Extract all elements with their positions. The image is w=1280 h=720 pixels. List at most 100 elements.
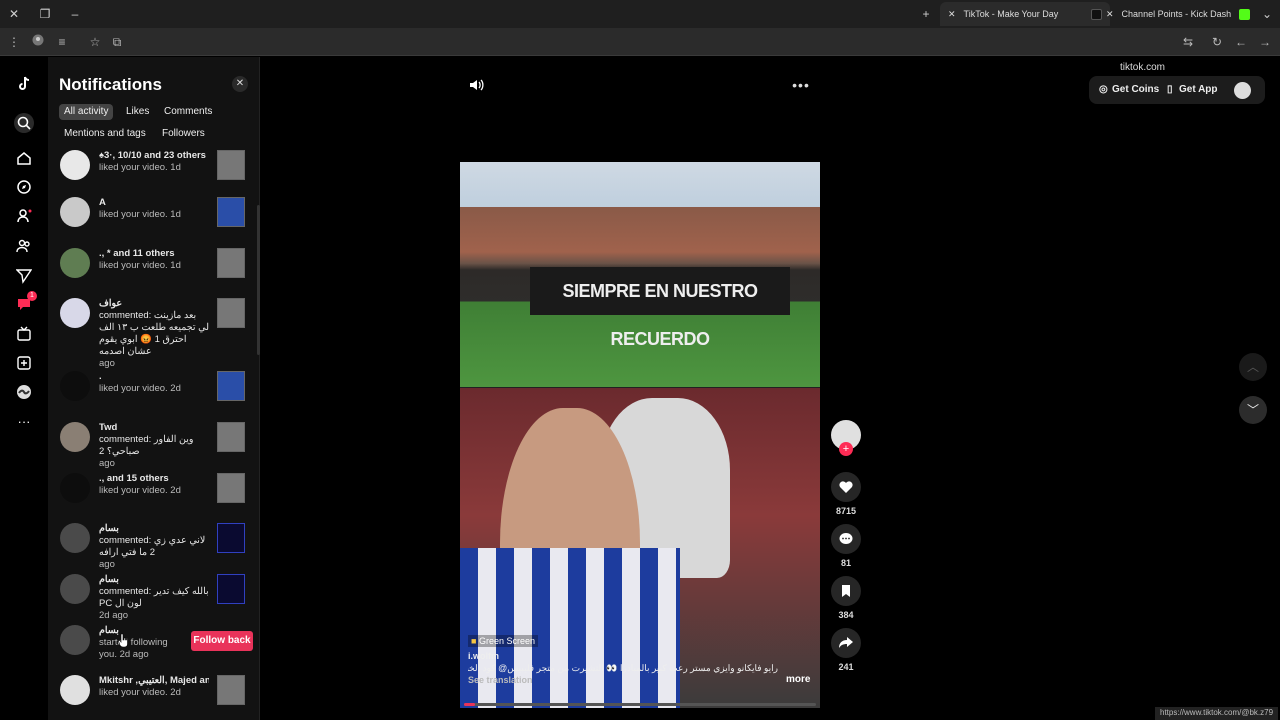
video-thumbnail[interactable]: [217, 197, 245, 227]
tab-close-icon[interactable]: ✕: [1106, 9, 1114, 20]
filter-comments[interactable]: Comments: [159, 104, 217, 120]
filter-all-activity[interactable]: All activity: [59, 104, 114, 120]
filter-mentions[interactable]: Mentions and tags: [59, 126, 151, 142]
tab-title: TikTok - Make Your Day: [963, 9, 1059, 19]
close-icon[interactable]: ✕: [232, 76, 248, 92]
site-settings-icon[interactable]: ⇆: [1179, 33, 1197, 51]
video-thumbnail[interactable]: [217, 473, 245, 503]
effect-badge[interactable]: ■ Green Screen: [468, 635, 538, 647]
see-translation-link[interactable]: See translation: [468, 674, 813, 686]
forward-arrow-icon[interactable]: →: [1256, 33, 1274, 51]
more-dots-icon[interactable]: ···: [14, 411, 34, 431]
profile-icon[interactable]: [29, 33, 47, 51]
tiktok-logo-icon[interactable]: [14, 74, 34, 94]
install-app-icon[interactable]: ⧉: [108, 33, 126, 51]
comment-icon: [839, 533, 853, 544]
avatar[interactable]: [60, 371, 90, 401]
avatar[interactable]: [60, 473, 90, 503]
avatar[interactable]: [60, 150, 90, 180]
reading-list-icon[interactable]: ≡: [53, 33, 71, 51]
scrollbar[interactable]: [257, 205, 260, 355]
avatar[interactable]: [60, 523, 90, 553]
notif-user[interactable]: Mkitshr ,العتيبي, Majed an...: [99, 675, 209, 687]
next-video-chevron-down-icon[interactable]: ﹀: [1239, 396, 1267, 424]
back-arrow-icon[interactable]: ←: [1232, 33, 1250, 51]
follow-plus-icon[interactable]: +: [839, 442, 853, 456]
notif-user[interactable]: ♠︎3·, 10/10 and 23 others: [99, 150, 209, 162]
messages-send-icon[interactable]: [14, 266, 34, 286]
tab-kick[interactable]: ✕ Channel Points - Kick Dashboa: [1098, 2, 1258, 26]
like-button[interactable]: 8715: [830, 472, 862, 516]
comment-button[interactable]: 81: [830, 524, 862, 568]
volume-icon[interactable]: [468, 77, 484, 93]
save-count: 384: [838, 610, 854, 620]
share-button[interactable]: 241: [830, 628, 862, 672]
friends-icon[interactable]: [14, 236, 34, 256]
get-coins-button[interactable]: Get Coins: [1112, 76, 1159, 104]
avatar[interactable]: [60, 298, 90, 328]
video-thumbnail[interactable]: [217, 150, 245, 180]
more-options-icon[interactable]: •••: [792, 77, 810, 93]
video-thumbnail[interactable]: [217, 574, 245, 604]
notif-user[interactable]: بسام: [99, 574, 209, 586]
notif-text: liked your video. 2d: [99, 383, 181, 394]
profile-avatar-icon[interactable]: [14, 382, 34, 402]
menu-dots-icon[interactable]: ⋮: [5, 33, 23, 51]
filter-likes[interactable]: Likes: [121, 104, 154, 120]
follow-back-button[interactable]: Follow back: [191, 631, 253, 651]
video-thumbnail[interactable]: [217, 523, 245, 553]
like-count: 8715: [835, 506, 857, 516]
notif-user[interactable]: Twd: [99, 422, 209, 434]
reload-icon[interactable]: ↻: [1208, 33, 1226, 51]
hand-cursor-icon: [118, 633, 128, 647]
notif-user[interactable]: ﻋﻮﺍﻑ: [99, 298, 209, 310]
tab-list-chevron-icon[interactable]: ⌄: [1258, 5, 1276, 23]
live-icon[interactable]: [14, 324, 34, 344]
notif-user[interactable]: A: [99, 197, 209, 209]
coin-icon: ◎: [1099, 84, 1108, 95]
avatar[interactable]: [60, 197, 90, 227]
url-field[interactable]: tiktok.com: [1120, 62, 1165, 73]
notif-user[interactable]: ., and 15 others: [99, 473, 209, 485]
tab-close-icon[interactable]: ✕: [948, 9, 956, 20]
notif-text: liked your video. 1d: [99, 162, 181, 173]
video-author[interactable]: i.wolfm: [468, 650, 813, 662]
new-tab-icon[interactable]: +: [917, 5, 935, 23]
avatar[interactable]: [60, 248, 90, 278]
video-progress-bar[interactable]: [464, 703, 816, 706]
notif-user[interactable]: بسام: [99, 625, 179, 637]
video-thumbnail[interactable]: [217, 675, 245, 705]
video-thumbnail[interactable]: [217, 422, 245, 452]
caption-more-link[interactable]: more: [786, 674, 810, 685]
inbox-icon[interactable]: 1: [14, 291, 37, 314]
avatar[interactable]: [60, 422, 90, 452]
notif-user[interactable]: ., * and 11 others: [99, 248, 209, 260]
notif-user[interactable]: بسام: [99, 523, 209, 535]
upload-icon[interactable]: [14, 353, 34, 373]
avatar[interactable]: [60, 675, 90, 705]
bookmark-star-icon[interactable]: ☆: [86, 33, 104, 51]
notif-time: 2d ago: [99, 610, 129, 621]
video-thumbnail[interactable]: [217, 298, 245, 328]
inbox-badge: 1: [27, 291, 37, 301]
video-thumbnail[interactable]: [217, 248, 245, 278]
video-thumbnail[interactable]: [217, 371, 245, 401]
notif-user[interactable]: .: [99, 371, 209, 383]
avatar[interactable]: [1234, 82, 1251, 99]
previous-video-chevron-up-icon[interactable]: ︿: [1239, 353, 1267, 381]
home-icon[interactable]: [14, 148, 34, 168]
tab-tiktok[interactable]: ✕ TikTok - Make Your Day: [940, 2, 1110, 26]
avatar[interactable]: [60, 625, 90, 655]
filter-followers[interactable]: Followers: [157, 126, 210, 142]
video-player[interactable]: SIEMPRE EN NUESTRO RECUERDO ■ Green Scre…: [460, 162, 820, 708]
creator-avatar[interactable]: +: [830, 420, 862, 464]
minimize-window-icon[interactable]: –: [66, 5, 84, 23]
search-icon[interactable]: [14, 113, 34, 133]
save-button[interactable]: 384: [830, 576, 862, 620]
restore-window-icon[interactable]: ❐: [36, 5, 54, 23]
following-icon[interactable]: [14, 206, 34, 226]
close-window-icon[interactable]: ✕: [5, 5, 23, 23]
explore-compass-icon[interactable]: [14, 177, 34, 197]
avatar[interactable]: [60, 574, 90, 604]
get-app-button[interactable]: Get App: [1179, 76, 1218, 104]
